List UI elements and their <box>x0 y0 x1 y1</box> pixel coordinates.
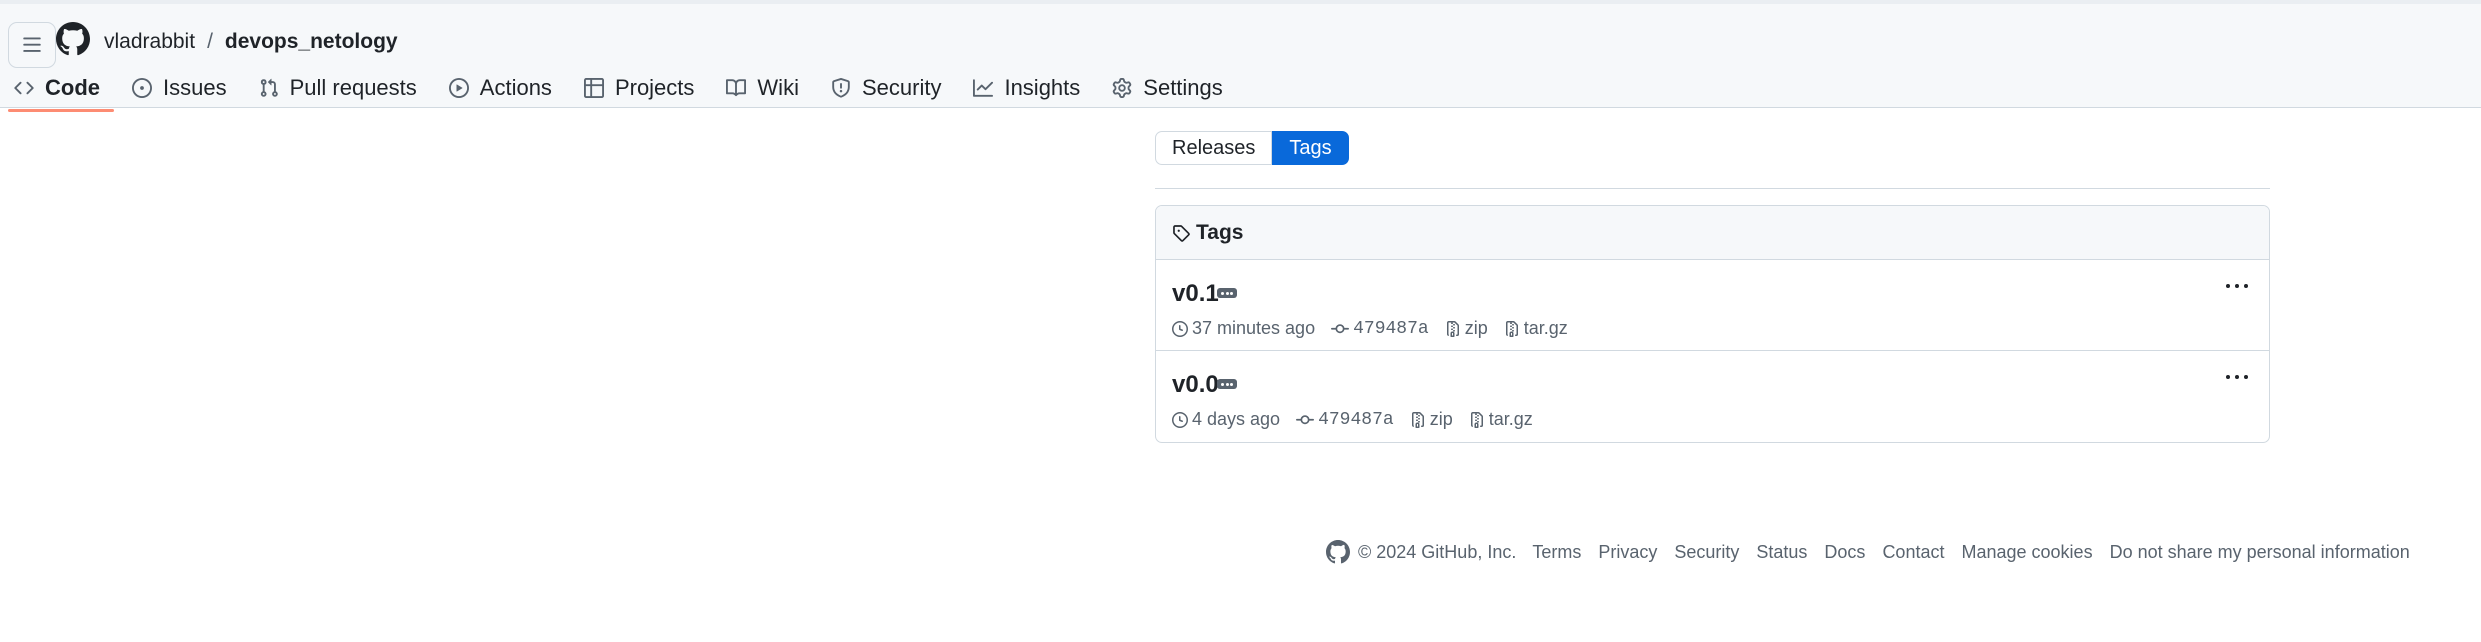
hamburger-icon <box>23 37 41 52</box>
tab-actions-label: Actions <box>479 75 552 100</box>
graph-icon <box>973 79 994 97</box>
kebab-horizontal-icon[interactable] <box>2223 274 2251 298</box>
git-pull-request-icon <box>260 78 278 97</box>
footer-link-manage-cookies[interactable]: Manage cookies <box>1961 542 2092 563</box>
tag-commit[interactable]: 479487a <box>1296 410 1394 430</box>
zip-download-link[interactable]: zip <box>1410 409 1453 430</box>
tag-meta: 4 days ago 479487a zip tar.gz <box>1172 409 1549 430</box>
releases-tab-button[interactable]: Releases <box>1155 131 1273 165</box>
breadcrumb-owner-link[interactable]: vladrabbit <box>104 30 195 54</box>
tab-security[interactable]: Security <box>817 68 955 108</box>
tab-pull-requests-label: Pull requests <box>289 75 417 100</box>
targz-download-link[interactable]: tar.gz <box>1504 318 1568 339</box>
footer-link-status[interactable]: Status <box>1756 542 1807 563</box>
tag-commit-sha[interactable]: 479487a <box>1318 410 1394 430</box>
tab-insights-label: Insights <box>1004 75 1081 100</box>
gear-icon <box>1113 78 1132 98</box>
tag-time: 37 minutes ago <box>1172 318 1315 339</box>
tag-icon <box>1173 224 1190 242</box>
tag-commit-sha[interactable]: 479487a <box>1353 319 1429 339</box>
footer-link-do-not-share[interactable]: Do not share my personal information <box>2110 542 2410 563</box>
github-logo-icon[interactable] <box>56 22 90 56</box>
targz-download-label[interactable]: tar.gz <box>1489 409 1533 430</box>
tag-message-expander-icon[interactable] <box>1217 379 1237 389</box>
tag-name-link[interactable]: v0.0 <box>1172 371 1219 399</box>
tab-wiki-label: Wiki <box>757 75 799 100</box>
file-zip-icon <box>1446 320 1459 337</box>
footer-copyright: © 2024 GitHub, Inc. <box>1358 541 1517 562</box>
tab-settings-label: Settings <box>1143 75 1223 100</box>
breadcrumb-repo-link[interactable]: devops_netology <box>225 30 398 54</box>
issue-opened-icon <box>132 78 152 98</box>
tab-actions[interactable]: Actions <box>435 68 566 108</box>
footer-link-security[interactable]: Security <box>1674 542 1739 563</box>
tag-name-link[interactable]: v0.1 <box>1172 280 1219 308</box>
tag-time-text: 4 days ago <box>1192 409 1281 429</box>
kebab-horizontal-icon[interactable] <box>2223 365 2251 389</box>
tag-row: v0.0 4 days ago 479487a zip tar.gz <box>1156 351 2269 442</box>
tab-settings[interactable]: Settings <box>1098 68 1237 108</box>
tags-box-header: Tags <box>1156 206 2269 260</box>
tab-insights[interactable]: Insights <box>959 68 1094 108</box>
shield-icon <box>832 78 850 98</box>
zip-download-link[interactable]: zip <box>1445 318 1488 339</box>
tags-tab-button[interactable]: Tags <box>1272 131 1349 165</box>
targz-download-link[interactable]: tar.gz <box>1469 409 1533 430</box>
tag-meta: 37 minutes ago 479487a zip tar.gz <box>1172 318 1584 339</box>
breadcrumb: vladrabbit / devops_netology <box>104 30 398 54</box>
zip-download-label[interactable]: zip <box>1465 318 1488 339</box>
tab-issues-label: Issues <box>163 75 227 100</box>
tab-projects[interactable]: Projects <box>570 68 708 108</box>
tag-time: 4 days ago <box>1172 409 1280 430</box>
tag-message-expander-icon[interactable] <box>1217 288 1237 298</box>
repo-nav: Code Issues Pull requests Actions Projec… <box>0 68 1241 112</box>
file-zip-icon <box>1470 411 1483 428</box>
file-zip-icon <box>1505 320 1518 337</box>
section-divider <box>1155 188 2270 189</box>
releases-tags-subnav: Releases Tags <box>1155 131 1349 165</box>
book-icon <box>726 79 747 97</box>
zip-download-label[interactable]: zip <box>1430 409 1453 430</box>
tag-time-text: 37 minutes ago <box>1192 318 1316 338</box>
footer-link-docs[interactable]: Docs <box>1824 542 1865 563</box>
play-icon <box>448 78 469 98</box>
file-zip-icon <box>1411 411 1424 428</box>
git-commit-icon <box>1296 414 1315 424</box>
tags-box: Tags v0.1 37 minutes ago 479487a zip tar… <box>1155 205 2270 443</box>
tag-row: v0.1 37 minutes ago 479487a zip tar.gz <box>1156 260 2269 351</box>
clock-icon <box>1172 320 1188 337</box>
footer-link-privacy[interactable]: Privacy <box>1598 542 1657 563</box>
clock-icon <box>1172 411 1188 428</box>
footer-link-terms[interactable]: Terms <box>1532 542 1581 563</box>
tab-projects-label: Projects <box>614 75 695 100</box>
git-commit-icon <box>1331 323 1350 333</box>
tab-security-label: Security <box>861 75 942 100</box>
tab-code-label: Code <box>45 75 100 100</box>
tab-issues[interactable]: Issues <box>118 68 241 108</box>
tags-box-title: Tags <box>1196 220 1244 244</box>
breadcrumb-separator: / <box>207 30 213 53</box>
footer-link-contact[interactable]: Contact <box>1882 542 1944 563</box>
page-footer: © 2024 GitHub, Inc. Terms Privacy Securi… <box>1326 540 2427 564</box>
menu-button[interactable] <box>8 22 56 68</box>
tab-code[interactable]: Code <box>0 68 114 112</box>
code-icon <box>14 81 34 95</box>
github-logo-icon[interactable] <box>1326 540 1350 564</box>
targz-download-label[interactable]: tar.gz <box>1524 318 1568 339</box>
table-icon <box>583 78 604 98</box>
app-header: vladrabbit / devops_netology Code Issues… <box>0 0 2481 112</box>
tag-commit[interactable]: 479487a <box>1331 319 1429 339</box>
tab-pull-requests[interactable]: Pull requests <box>245 68 431 108</box>
tab-wiki[interactable]: Wiki <box>712 68 813 108</box>
